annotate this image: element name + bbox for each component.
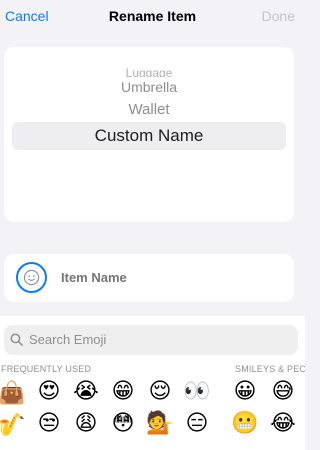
emoji-heart-eyes[interactable]: 😍 xyxy=(34,380,64,404)
emoji-grimacing[interactable]: 😬 xyxy=(230,412,260,436)
emoji-sweat-smile[interactable]: 😅 xyxy=(268,380,298,404)
smiley-icon xyxy=(23,269,40,286)
emoji-handbag[interactable]: 👜 xyxy=(0,382,27,406)
search-icon xyxy=(10,333,23,346)
picker-item-custom-name[interactable]: Custom Name xyxy=(4,126,294,146)
section-header-smileys-people: SMILEYS & PEOPLE xyxy=(235,364,305,374)
done-button[interactable]: Done xyxy=(262,8,295,24)
section-header-frequently-used: FREQUENTLY USED xyxy=(1,364,92,374)
emoji-saxophone[interactable]: 🎷 xyxy=(0,414,27,438)
emoji-selector-button[interactable] xyxy=(16,262,47,293)
item-name-card xyxy=(4,254,294,302)
picker-item-luggage[interactable]: Luggage xyxy=(4,67,294,77)
picker-item-umbrella[interactable]: Umbrella xyxy=(4,79,294,95)
emoji-unamused[interactable]: 😒 xyxy=(34,412,64,436)
emoji-person-tipping-hand[interactable]: 💁 xyxy=(145,412,175,436)
name-picker[interactable]: Luggage Umbrella Wallet Custom Name xyxy=(4,47,294,222)
emoji-search-field[interactable]: Search Emoji xyxy=(4,325,298,355)
search-placeholder: Search Emoji xyxy=(29,332,107,347)
emoji-expressionless[interactable]: 😑 xyxy=(182,412,212,436)
emoji-relieved[interactable]: 😌 xyxy=(145,380,175,404)
page-title: Rename Item xyxy=(108,8,197,24)
emoji-grinning[interactable]: 😁 xyxy=(108,380,138,404)
picker-item-wallet[interactable]: Wallet xyxy=(4,101,294,118)
emoji-loudly-crying[interactable]: 😭 xyxy=(71,380,101,404)
emoji-smile[interactable]: 😀 xyxy=(230,380,260,404)
emoji-flushed[interactable]: 😳 xyxy=(108,412,138,436)
navigation-bar: Cancel Rename Item Done xyxy=(0,0,305,34)
emoji-weary[interactable]: 😩 xyxy=(71,412,101,436)
item-name-field[interactable] xyxy=(61,270,261,285)
emoji-joy[interactable]: 😂 xyxy=(268,412,298,436)
emoji-eyes[interactable]: 👀 xyxy=(182,380,212,404)
